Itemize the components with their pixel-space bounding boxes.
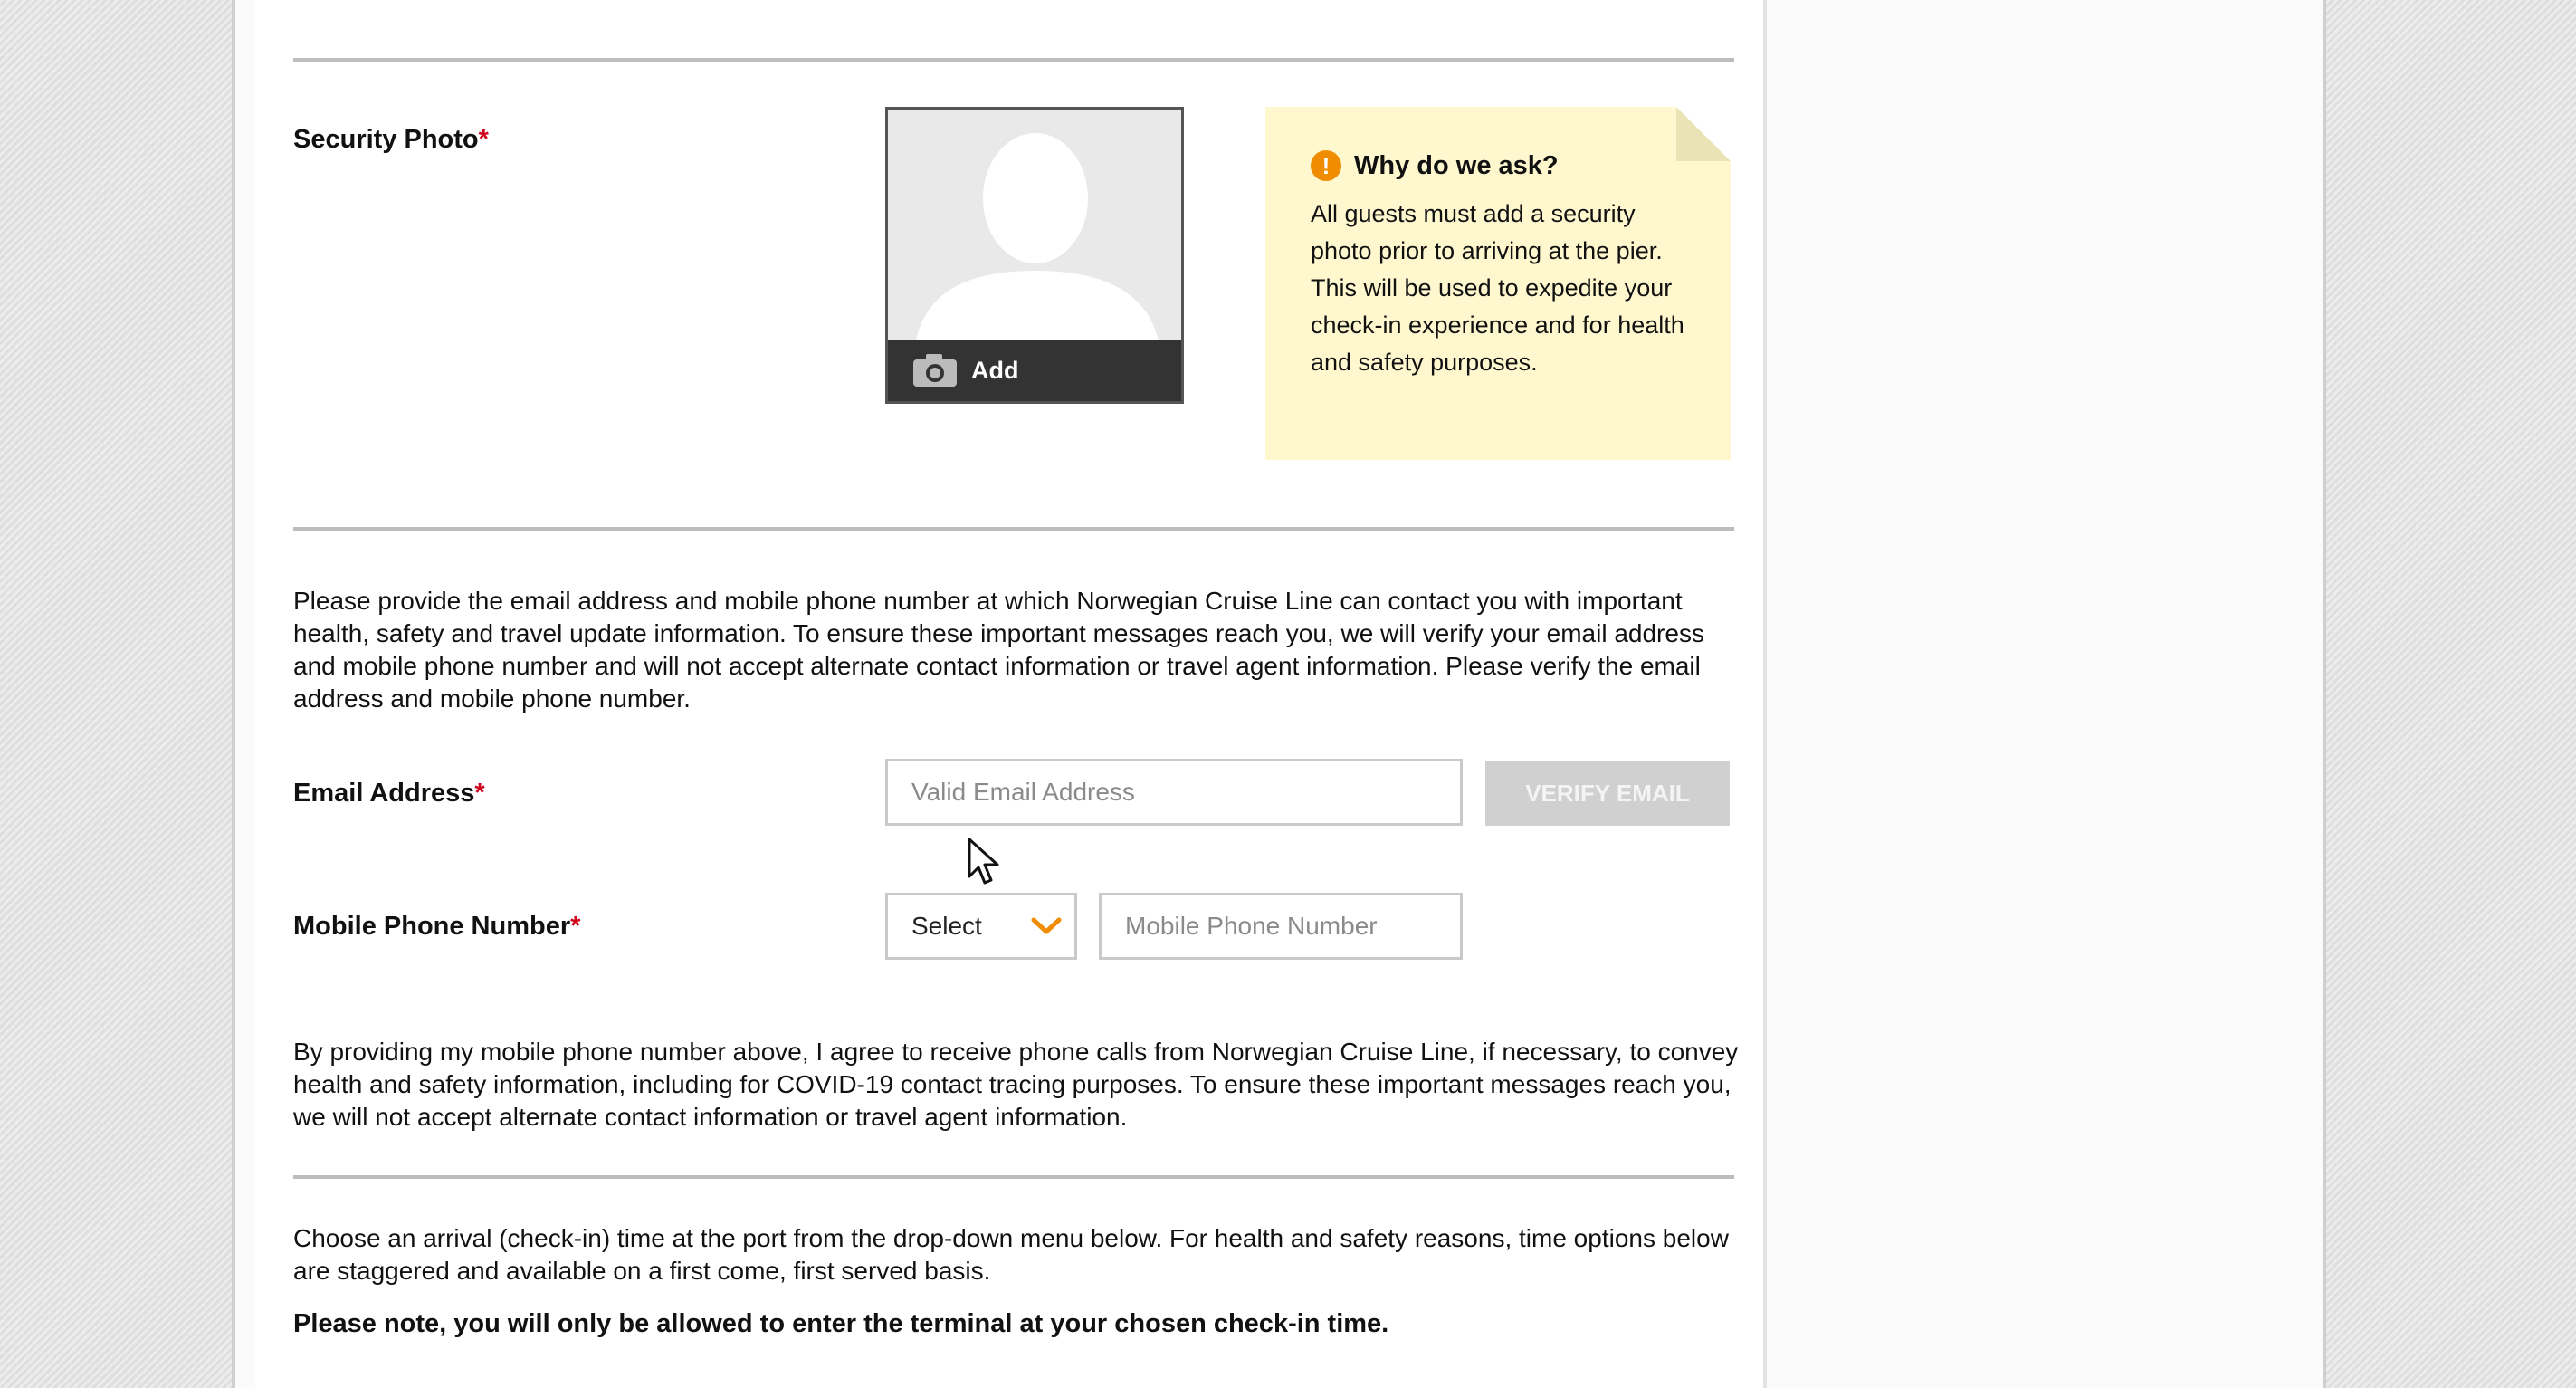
email-label: Email Address* bbox=[293, 779, 485, 808]
country-code-select-value: Select bbox=[911, 912, 982, 940]
note-title: ! Why do we ask? bbox=[1311, 150, 1559, 181]
verify-email-button[interactable]: VERIFY EMAIL bbox=[1485, 761, 1730, 826]
section-divider bbox=[293, 527, 1734, 531]
mobile-phone-label: Mobile Phone Number* bbox=[293, 912, 581, 941]
contact-intro-text: Please provide the email address and mob… bbox=[293, 587, 1704, 713]
arrival-intro-text: Choose an arrival (check-in) time at the… bbox=[293, 1224, 1729, 1285]
mouse-cursor-icon bbox=[968, 838, 999, 885]
info-icon: ! bbox=[1311, 150, 1341, 181]
chevron-down-icon bbox=[1031, 917, 1062, 934]
email-input[interactable] bbox=[885, 759, 1463, 826]
country-code-select[interactable]: Select bbox=[885, 893, 1077, 960]
camera-icon bbox=[913, 354, 957, 387]
silhouette-placeholder bbox=[915, 133, 1159, 345]
phone-consent-text: By providing my mobile phone number abov… bbox=[293, 1038, 1739, 1131]
add-photo-button[interactable]: Add bbox=[888, 340, 1181, 401]
section-divider bbox=[293, 58, 1734, 62]
security-photo-label: Security Photo* bbox=[293, 125, 489, 154]
why-do-we-ask-note: ! Why do we ask? All guests must add a s… bbox=[1265, 107, 1731, 460]
note-title-text: Why do we ask? bbox=[1354, 150, 1559, 180]
security-photo-upload[interactable]: Add bbox=[885, 107, 1184, 404]
note-body: All guests must add a security photo pri… bbox=[1311, 200, 1684, 376]
add-photo-label: Add bbox=[971, 356, 1019, 384]
section-divider bbox=[293, 1175, 1734, 1179]
arrival-note-text: Please note, you will only be allowed to… bbox=[293, 1309, 1389, 1338]
mobile-phone-input[interactable] bbox=[1099, 893, 1463, 960]
